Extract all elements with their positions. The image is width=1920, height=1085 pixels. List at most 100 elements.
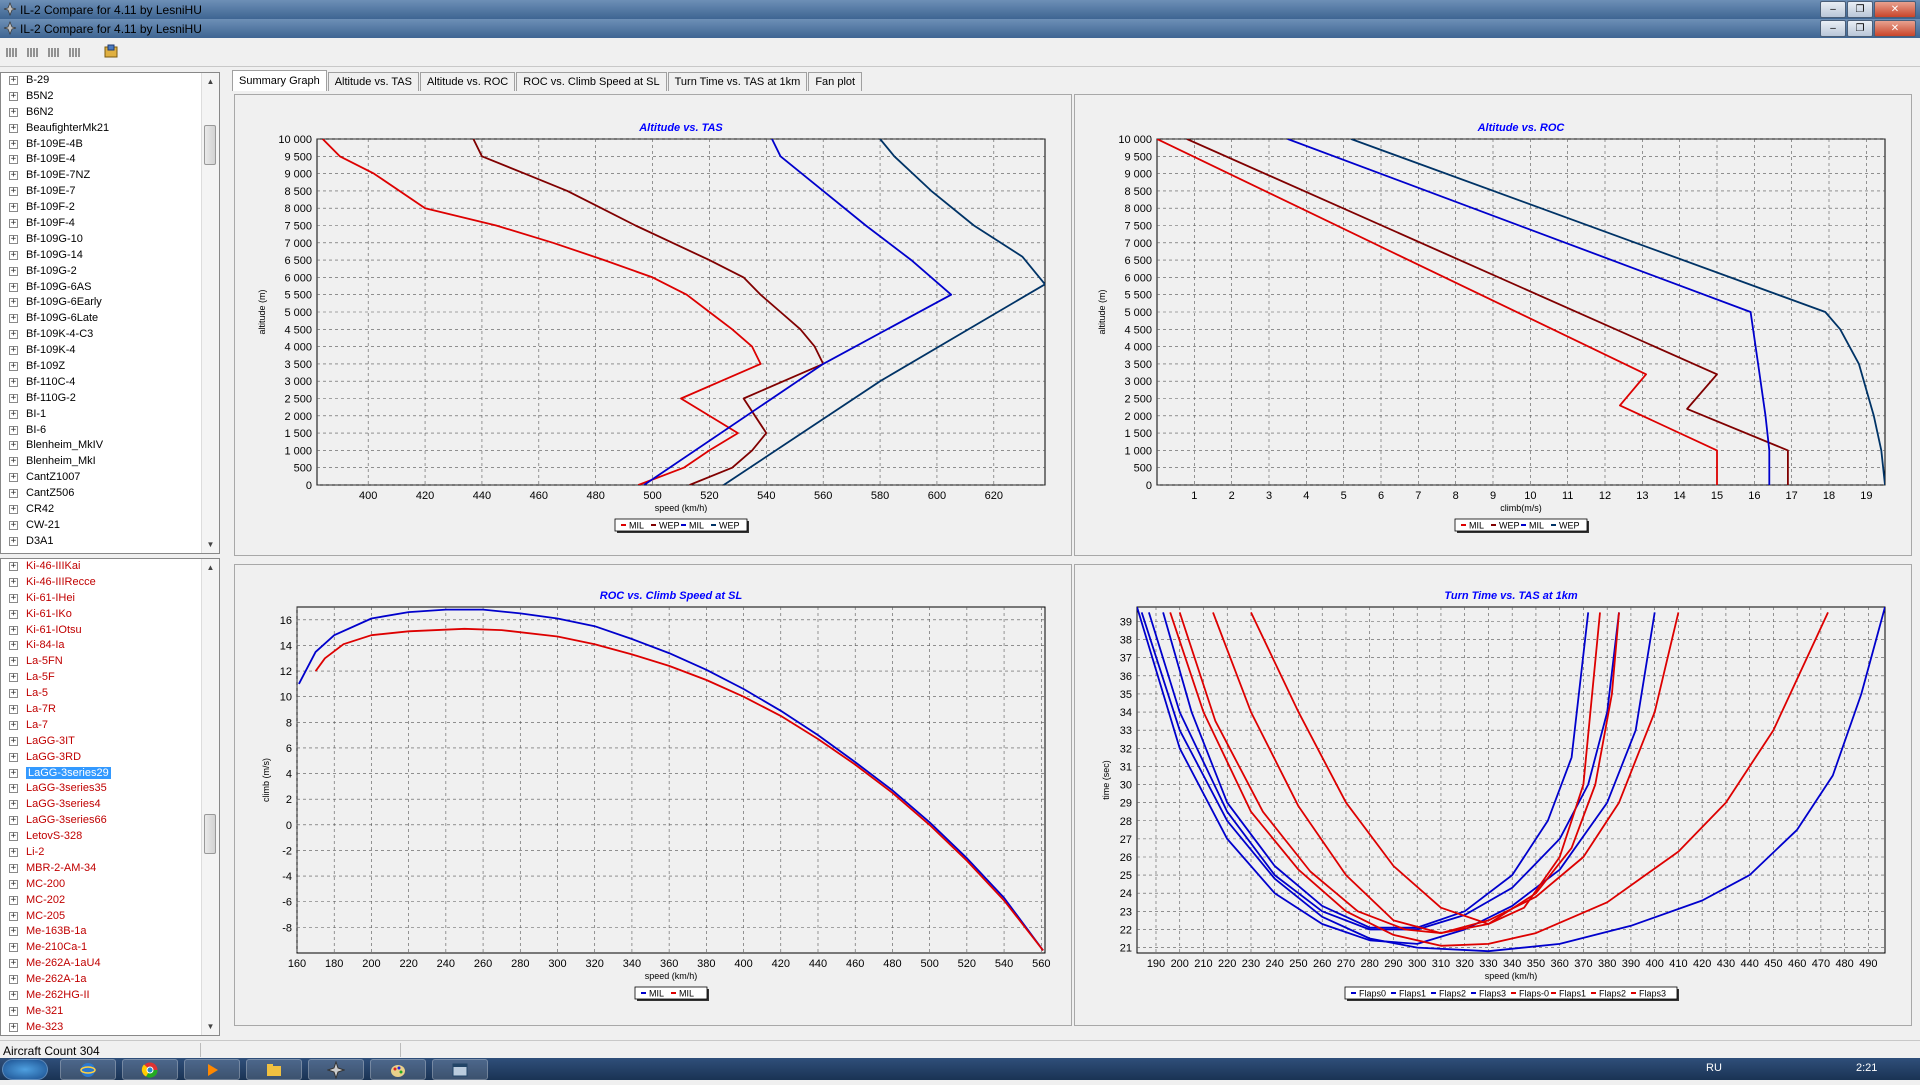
tab-altitude-vs-tas[interactable]: Altitude vs. TAS [327, 72, 419, 91]
expand-icon[interactable]: + [9, 298, 18, 308]
expand-icon[interactable]: + [9, 641, 18, 651]
taskbar-browser-icon[interactable] [60, 1059, 116, 1080]
list-item[interactable]: + Bf-109F-2 [1, 200, 219, 216]
scroll-up-arrow-icon[interactable]: ▲ [202, 73, 219, 90]
expand-icon[interactable]: + [9, 1006, 18, 1016]
taskbar-folder-icon[interactable] [246, 1059, 302, 1080]
list-item[interactable]: + Bf-109G-10 [1, 232, 219, 248]
scroll-down-arrow-icon[interactable]: ▼ [202, 536, 219, 553]
expand-icon[interactable]: + [9, 505, 18, 515]
expand-icon[interactable]: + [9, 107, 18, 117]
list-item[interactable]: + La-7 [1, 718, 219, 734]
expand-icon[interactable]: + [9, 800, 18, 810]
expand-icon[interactable]: + [9, 784, 18, 794]
list-item[interactable]: + B5N2 [1, 89, 219, 105]
expand-icon[interactable]: + [9, 155, 18, 165]
outer-window-titlebar[interactable]: IL-2 Compare for 4.11 by LesniHU – ❐ ✕ [0, 0, 1920, 19]
list-item[interactable]: + Bf-109G-6Early [1, 295, 219, 311]
list-item[interactable]: + LetovS-328 [1, 829, 219, 845]
list-item[interactable]: + Bf-110G-2 [1, 391, 219, 407]
expand-icon[interactable]: + [9, 250, 18, 260]
expand-icon[interactable]: + [9, 673, 18, 683]
list-item[interactable]: + Bf-109F-4 [1, 216, 219, 232]
list-item[interactable]: + LaGG-3series29 [1, 766, 219, 782]
expand-icon[interactable]: + [9, 314, 18, 324]
list-item[interactable]: + Ki-61-IOtsu [1, 623, 219, 639]
taskbar-il2compare-icon[interactable] [308, 1059, 364, 1080]
list-item[interactable]: + B6N2 [1, 105, 219, 121]
list-item[interactable]: + BeaufighterMk21 [1, 121, 219, 137]
list-item[interactable]: + CantZ1007 [1, 470, 219, 486]
outer-minimize-button[interactable]: – [1820, 1, 1846, 18]
expand-icon[interactable]: + [9, 139, 18, 149]
list-item[interactable]: + La-5 [1, 686, 219, 702]
list-item[interactable]: + Bf-109K-4-C3 [1, 327, 219, 343]
expand-icon[interactable]: + [9, 425, 18, 435]
list-scrollbar[interactable]: ▲ ▼ [201, 73, 219, 553]
list-item[interactable]: + CW-21 [1, 518, 219, 534]
expand-icon[interactable]: + [9, 489, 18, 499]
list-item[interactable]: + Bf-109G-2 [1, 264, 219, 280]
taskbar-paint-icon[interactable] [370, 1059, 426, 1080]
expand-icon[interactable]: + [9, 76, 18, 85]
list-item[interactable]: + Bf-109E-7NZ [1, 168, 219, 184]
list-item[interactable]: + B-29 [1, 73, 219, 89]
list-item[interactable]: + Li-2 [1, 845, 219, 861]
list-scrollbar[interactable]: ▲ ▼ [201, 559, 219, 1035]
expand-icon[interactable]: + [9, 536, 18, 546]
list-item[interactable]: + BI-1 [1, 407, 219, 423]
taskbar-media-icon[interactable] [184, 1059, 240, 1080]
list-item[interactable]: + Ki-46-IIIKai [1, 559, 219, 575]
aircraft-list-primary[interactable]: + B-29 + B5N2 + B6N2 + BeaufighterMk21 + Bf-109E-… [0, 72, 220, 554]
expand-icon[interactable]: + [9, 736, 18, 746]
inner-restore-button[interactable]: ❐ [1847, 20, 1873, 37]
expand-icon[interactable]: + [9, 457, 18, 467]
expand-icon[interactable]: + [9, 752, 18, 762]
expand-icon[interactable]: + [9, 927, 18, 937]
list-item[interactable]: + Me-163B-1a [1, 924, 219, 940]
list-item[interactable]: + Ki-84-Ia [1, 638, 219, 654]
expand-icon[interactable]: + [9, 562, 18, 571]
inner-minimize-button[interactable]: – [1820, 20, 1846, 37]
list-item[interactable]: + D3A1 [1, 534, 219, 550]
list-item[interactable]: + Blenheim_MkI [1, 454, 219, 470]
list-item[interactable]: + BI-6 [1, 423, 219, 439]
list-item[interactable]: + Bf-110C-4 [1, 375, 219, 391]
taskbar-window-icon[interactable] [432, 1059, 488, 1080]
language-indicator[interactable]: RU [1706, 1062, 1722, 1074]
list-item[interactable]: + La-7R [1, 702, 219, 718]
expand-icon[interactable]: + [9, 91, 18, 101]
outer-restore-button[interactable]: ❐ [1847, 1, 1873, 18]
tab-summary-graph[interactable]: Summary Graph [232, 70, 327, 91]
tab-altitude-vs-roc[interactable]: Altitude vs. ROC [419, 72, 516, 91]
list-item[interactable]: + Bf-109G-14 [1, 248, 219, 264]
scroll-down-arrow-icon[interactable]: ▼ [202, 1018, 219, 1035]
list-item[interactable]: + CR42 [1, 502, 219, 518]
expand-icon[interactable]: + [9, 187, 18, 197]
expand-icon[interactable]: + [9, 266, 18, 276]
list-item[interactable]: + Me-262A-1aU4 [1, 956, 219, 972]
expand-icon[interactable]: + [9, 346, 18, 356]
expand-icon[interactable]: + [9, 863, 18, 873]
bars-icon[interactable] [6, 46, 18, 58]
expand-icon[interactable]: + [9, 705, 18, 715]
list-item[interactable]: + Bf-109K-4 [1, 343, 219, 359]
list-item[interactable]: + Blenheim_MkIV [1, 438, 219, 454]
expand-icon[interactable]: + [9, 848, 18, 858]
expand-icon[interactable]: + [9, 816, 18, 826]
expand-icon[interactable]: + [9, 171, 18, 181]
scroll-thumb[interactable] [204, 814, 216, 854]
expand-icon[interactable]: + [9, 393, 18, 403]
list-item[interactable]: + Me-323 [1, 1020, 219, 1035]
list-item[interactable]: + Me-262HG-II [1, 988, 219, 1004]
expand-icon[interactable]: + [9, 362, 18, 372]
expand-icon[interactable]: + [9, 959, 18, 969]
tab-roc-vs-climb-speed-at-sl[interactable]: ROC vs. Climb Speed at SL [516, 72, 667, 91]
expand-icon[interactable]: + [9, 409, 18, 419]
list-item[interactable]: + Bf-109G-6AS [1, 280, 219, 296]
expand-icon[interactable]: + [9, 577, 18, 587]
list-item[interactable]: + MBR-2-AM-34 [1, 861, 219, 877]
expand-icon[interactable]: + [9, 991, 18, 1001]
expand-icon[interactable]: + [9, 219, 18, 229]
tab-turn-time-vs-tas-at-1km[interactable]: Turn Time vs. TAS at 1km [667, 72, 808, 91]
